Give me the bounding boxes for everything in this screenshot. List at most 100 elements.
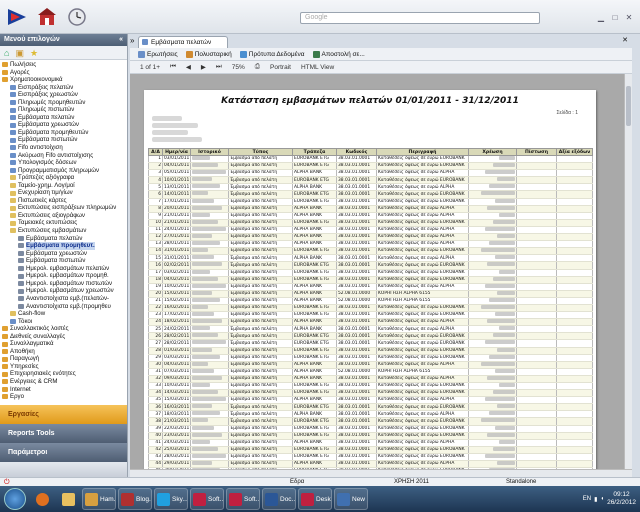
close-icon[interactable]: ✕ (624, 14, 634, 22)
tree-item[interactable]: Εμβάσματα πελατών (0, 235, 127, 243)
table-row[interactable]: 7 17/01/2011 Έμβασμα από πελάτη EUROBANK ET… (148, 198, 593, 206)
collapse-icon[interactable]: « (119, 34, 123, 46)
tree-item[interactable]: Αγορές (0, 69, 127, 77)
taskbar-item[interactable]: New ... (334, 488, 368, 510)
tree-item[interactable]: Τράπεζες αξιόγραφα (0, 174, 127, 182)
favorites-icon[interactable]: ★ (30, 48, 38, 58)
html-view-button[interactable]: HTML View (301, 64, 334, 71)
table-row[interactable]: 22 16/02/2011 Έμβασμα από πελάτη EUROBANK E… (148, 304, 593, 313)
taskbar-explorer[interactable] (56, 488, 80, 510)
search-input[interactable]: Google (300, 12, 540, 24)
table-row[interactable]: 40 23/03/2011 Έμβασμα από πελάτη EUROBANK E… (148, 432, 593, 440)
tree-item[interactable]: Εμβάσματα προμηθευτών (0, 129, 127, 137)
multi-company-button[interactable]: Πολυσταρική (185, 50, 232, 58)
print-icon[interactable]: ⎙ (255, 63, 260, 71)
table-row[interactable]: 23 17/02/2011 Έμβασμα από πελάτη EUROBANK E… (148, 311, 593, 320)
table-row[interactable]: 8 20/01/2011 Έμβασμα από πελάτη ALPHA BANK 3… (148, 205, 593, 213)
table-row[interactable]: 24 18/02/2011 Έμβασμα από πελάτη ALPHA BANK… (148, 318, 593, 327)
table-row[interactable]: 39 22/03/2011 Έμβασμα από πελάτη EUROBANK E… (148, 425, 593, 433)
start-button[interactable] (4, 488, 26, 510)
table-row[interactable]: 3 05/01/2011 Έμβασμα από πελάτη ALPHA BANK 3… (148, 169, 593, 178)
tree-item[interactable]: Υπηρεσίες (0, 363, 127, 371)
tree-item[interactable]: Αναντιστοίχιστα εμβ.(πελατών- (0, 295, 127, 303)
tree-item[interactable]: Fifo αντιστοίχιση (0, 144, 127, 152)
tree-item[interactable]: Εργο (0, 393, 127, 401)
maximize-icon[interactable]: □ (610, 14, 620, 22)
tree-item[interactable]: Εισπράξεις πελατών (0, 84, 127, 92)
table-row[interactable]: 15 31/01/2011 Έμβασμα από πελάτη ALPHA BANK… (148, 254, 593, 263)
table-row[interactable]: 4 10/01/2011 Έμβασμα από πελάτη EUROBANK ET… (148, 176, 593, 185)
table-row[interactable]: 25 24/02/2011 Έμβασμα από πελάτη ALPHA BANK… (148, 325, 593, 334)
tree-item[interactable]: Εμβάσματα χρεωστών (0, 121, 127, 129)
app-logo-icon[interactable] (4, 4, 30, 30)
table-row[interactable]: 35 15/03/2011 Έμβασμα από πελάτη ALPHA BANK… (148, 396, 593, 405)
table-row[interactable]: 21 15/02/2011 Έμβασμα από πελάτη ALPHA BANK… (148, 297, 593, 305)
table-row[interactable]: 33 10/03/2011 Έμβασμα από πελάτη EUROBANK E… (148, 382, 593, 391)
taskbar-item[interactable]: Blog... (118, 488, 152, 510)
vertical-scrollbar[interactable] (624, 74, 632, 469)
queries-button[interactable]: Ερωτήσεις (138, 50, 178, 58)
tree-item[interactable]: Εμβάσματα πιστωτών (0, 257, 127, 265)
next-page-icon[interactable]: ▶ (201, 63, 206, 71)
table-row[interactable]: 13 28/01/2011 Έμβασμα από πελάτη ALPHA BANK… (148, 240, 593, 249)
last-page-icon[interactable]: ⏭ (216, 63, 222, 71)
table-row[interactable]: 43 28/03/2011 Έμβασμα από πελάτη EUROBANK E… (148, 453, 593, 462)
tree-item[interactable]: Πληρωμές πιστωτών (0, 106, 127, 114)
tree-item[interactable]: Συναλλακτικός λοιπές (0, 325, 127, 333)
table-row[interactable]: 11 24/01/2011 Έμβασμα από πελάτη ALPHA BANK… (148, 226, 593, 235)
horizontal-scrollbar[interactable] (130, 469, 632, 477)
tree-item[interactable]: Αναντιστοίχιστα εμβ.(προμηθευ (0, 303, 127, 311)
table-row[interactable]: 10 21/01/2011 Έμβασμα από πελάτη EUROBANK E… (148, 219, 593, 227)
table-row[interactable]: 14 31/01/2011 Έμβασμα από πελάτη EUROBANK E… (148, 247, 593, 256)
taskbar-item[interactable]: Ham... (82, 488, 116, 510)
table-row[interactable]: 36 16/03/2011 Έμβασμα από πελάτη EUROBANK E… (148, 403, 593, 412)
close-tab-icon[interactable]: ✕ (622, 36, 628, 44)
table-row[interactable]: 28 01/03/2011 Έμβασμα από πελάτη EUROBANK E… (148, 347, 593, 355)
expand-icon[interactable]: » (130, 36, 134, 45)
home-icon[interactable]: ⌂ (4, 48, 9, 58)
table-row[interactable]: 1 03/01/2011 Έμβασμα από πελάτη EUROBANK ET… (148, 155, 593, 164)
clock-icon[interactable] (64, 4, 90, 30)
table-row[interactable]: 27 28/02/2011 Έμβασμα από πελάτη EUROBANK E… (148, 339, 593, 348)
tree-item[interactable]: Αποθήκη (0, 348, 127, 356)
category-tasks[interactable]: Εργασίες (0, 405, 127, 424)
taskbar-item[interactable]: Soft... (226, 488, 260, 510)
table-row[interactable]: 26 28/02/2011 Έμβασμα από πελάτη EUROBANK E… (148, 332, 593, 341)
tree-item[interactable]: Ημερολ. εμβασμάτων πιστωτών (0, 280, 127, 288)
table-row[interactable]: 16 02/02/2011 Έμβασμα από πελάτη EUROBANK E… (148, 261, 593, 270)
tree-item[interactable]: Ενεχυρίαση τιμ/γίων (0, 189, 127, 197)
table-row[interactable]: 42 25/03/2011 Έμβασμα από πελάτη EUROBANK E… (148, 446, 593, 454)
table-row[interactable]: 37 18/03/2011 Έμβασμα από πελάτη ALPHA BANK… (148, 410, 593, 419)
table-row[interactable]: 32 09/03/2011 Έμβασμα από πελάτη ALPHA BANK… (148, 375, 593, 384)
table-row[interactable]: 38 21/03/2011 Έμβασμα από πελάτη EUROBANK E… (148, 417, 593, 426)
tree-item[interactable]: Internet (0, 386, 127, 394)
template-data-button[interactable]: Πρότυπα Δεδομένα (239, 50, 305, 58)
table-row[interactable]: 5 13/01/2011 Έμβασμα από πελάτη ALPHA BANK 3… (148, 183, 593, 192)
table-row[interactable]: 44 29/03/2011 Έμβασμα από πελάτη ALPHA BANK… (148, 460, 593, 469)
table-row[interactable]: 17 03/02/2011 Έμβασμα από πελάτη EUROBANK E… (148, 269, 593, 277)
tree-item[interactable]: Υπολογισμός δόσεων (0, 159, 127, 167)
table-row[interactable]: 31 07/03/2011 Έμβασμα από πελάτη ALPHA BANK… (148, 368, 593, 376)
table-row[interactable]: 12 27/01/2011 Έμβασμα από πελάτη ALPHA BANK… (148, 233, 593, 242)
orientation-select[interactable]: Portrait (270, 64, 291, 71)
tree-item[interactable]: Εμβάσματα πελατών (0, 114, 127, 122)
table-row[interactable]: 19 10/02/2011 Έμβασμα από πελάτη ALPHA BANK… (148, 283, 593, 291)
send-to-button[interactable]: Αποστολή σε... (312, 50, 365, 58)
taskbar-item[interactable]: Desk... (298, 488, 332, 510)
tree-item[interactable]: Πληρωμές προμηθευτών (0, 99, 127, 107)
language-indicator[interactable]: EN (583, 496, 591, 502)
tree-item[interactable]: Διεθνείς συναλλαγές (0, 333, 127, 341)
table-row[interactable]: 41 24/03/2011 Έμβασμα από πελάτη ALPHA BANK… (148, 439, 593, 447)
tree-item[interactable]: Τόκοι (0, 318, 127, 326)
category-reports-tools[interactable]: Reports Tools (0, 424, 127, 443)
minimize-icon[interactable]: ▁ (596, 14, 606, 22)
scroll-thumb[interactable] (626, 86, 631, 126)
tree-item[interactable]: Εμβάσματα χρεωστών (0, 250, 127, 258)
prev-page-icon[interactable]: ◀ (186, 63, 191, 71)
tree-item[interactable]: Εκτυπώσεις εμβασμάτων (0, 227, 127, 235)
table-row[interactable]: 6 14/01/2011 Έμβασμα από πελάτη EUROBANK ET… (148, 190, 593, 199)
zoom-select[interactable]: 75% (232, 64, 245, 71)
tree-item[interactable]: Χρηματοοικονομικά (0, 76, 127, 84)
volume-icon[interactable]: ◖ (600, 496, 604, 502)
tree-item[interactable]: Προγραμματισμός πληρωμών (0, 167, 127, 175)
